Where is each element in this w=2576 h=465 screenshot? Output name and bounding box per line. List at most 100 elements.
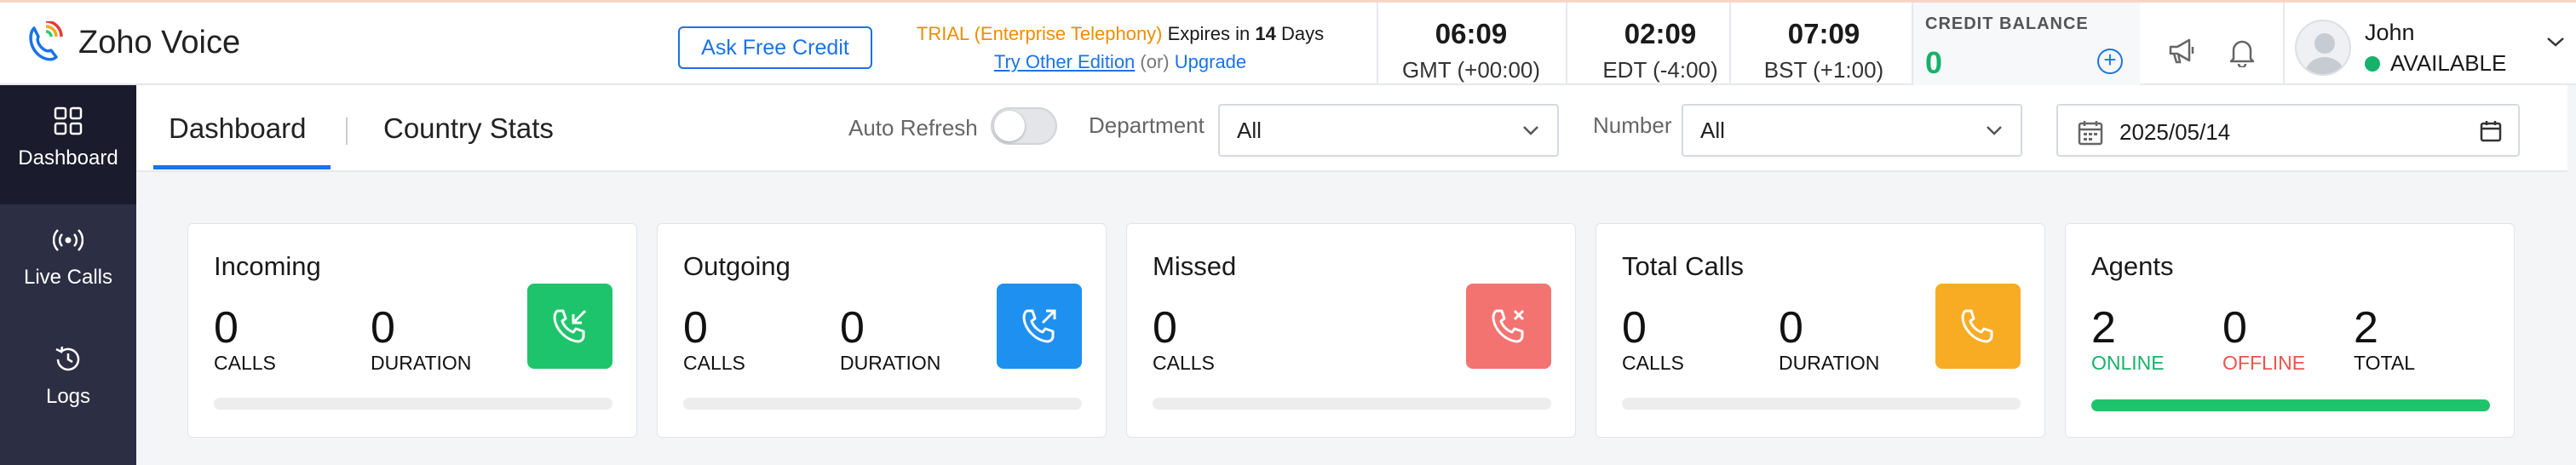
incoming-calls-value: 0 bbox=[214, 303, 239, 353]
total-calls-value: 0 bbox=[1622, 303, 1647, 353]
trial-expires-prefix: Expires in bbox=[1167, 23, 1251, 44]
phone-icon bbox=[1935, 284, 2021, 369]
top-bar: Zoho Voice Ask Free Credit TRIAL (Enterp… bbox=[0, 0, 2576, 86]
ask-free-credit-button[interactable]: Ask Free Credit bbox=[678, 26, 872, 69]
incoming-calls-label: CALLS bbox=[214, 352, 276, 374]
agents-online-label: ONLINE bbox=[2091, 352, 2165, 374]
status-dot-icon bbox=[2365, 55, 2380, 72]
calendar-icon[interactable] bbox=[2479, 119, 2503, 143]
clock-time: 06:09 bbox=[1435, 18, 1508, 49]
credit-balance-label: CREDIT BALANCE bbox=[1925, 14, 2089, 33]
trial-or: (or) bbox=[1140, 51, 1170, 72]
calendar-grid-icon bbox=[2078, 121, 2103, 146]
broadcast-icon bbox=[53, 229, 83, 251]
chevron-down-icon bbox=[1987, 126, 2002, 135]
department-select[interactable]: All bbox=[1218, 104, 1559, 157]
user-status[interactable]: AVAILABLE bbox=[2365, 50, 2506, 77]
number-label: Number bbox=[1593, 112, 1672, 138]
outgoing-duration-value: 0 bbox=[840, 303, 865, 353]
clock-edt: 02:09 EDT (-4:00) bbox=[1566, 3, 1753, 86]
active-tab-indicator bbox=[153, 165, 331, 169]
clock-time: 07:09 bbox=[1787, 18, 1860, 49]
outgoing-calls-value: 0 bbox=[683, 303, 708, 353]
card-title: Agents bbox=[2091, 251, 2174, 281]
upgrade-link[interactable]: Upgrade bbox=[1175, 51, 1246, 72]
incoming-call-icon bbox=[527, 284, 612, 369]
outgoing-call-icon bbox=[997, 284, 1082, 369]
card-title: Missed bbox=[1153, 251, 1237, 281]
sidebar-item-label: Live Calls bbox=[23, 266, 113, 289]
announcement-megaphone-icon[interactable] bbox=[2167, 37, 2198, 66]
outgoing-card: Outgoing 0 CALLS 0 DURATION bbox=[657, 223, 1107, 438]
total-calls-card: Total Calls 0 CALLS 0 DURATION bbox=[1596, 223, 2045, 438]
auto-refresh-toggle[interactable] bbox=[991, 107, 1057, 145]
agents-total-value: 2 bbox=[2354, 303, 2378, 353]
sidebar-item-logs[interactable]: Logs bbox=[0, 324, 136, 443]
outgoing-calls-label: CALLS bbox=[683, 352, 745, 374]
sidebar-item-dashboard[interactable]: Dashboard bbox=[0, 85, 136, 204]
card-title: Outgoing bbox=[683, 251, 791, 281]
user-menu[interactable]: John AVAILABLE bbox=[2283, 3, 2576, 86]
trial-days-suffix: Days bbox=[1280, 23, 1325, 44]
trial-plan: TRIAL (Enterprise Telephony) bbox=[916, 23, 1163, 44]
card-title: Incoming bbox=[214, 251, 321, 281]
notification-bell-icon[interactable] bbox=[2228, 37, 2256, 67]
total-duration-value: 0 bbox=[1779, 303, 1803, 353]
agents-online-value: 2 bbox=[2091, 303, 2116, 353]
date-value: 2025/05/14 bbox=[2119, 119, 2231, 145]
total-calls-progress-bar bbox=[1622, 398, 2021, 410]
sidebar-item-label: Logs bbox=[45, 385, 91, 408]
history-icon bbox=[55, 346, 80, 371]
clock-bst: 07:09 BST (+1:00) bbox=[1729, 3, 1917, 86]
grid-icon bbox=[54, 106, 83, 135]
agents-total-label: TOTAL bbox=[2354, 352, 2415, 374]
sidebar-item-label: Dashboard bbox=[18, 146, 118, 169]
missed-calls-value: 0 bbox=[1153, 303, 1177, 353]
missed-progress-bar bbox=[1153, 398, 1551, 410]
outgoing-duration-label: DURATION bbox=[840, 352, 941, 374]
trial-days: 14 bbox=[1255, 23, 1276, 44]
avatar bbox=[2295, 20, 2351, 76]
user-name: John bbox=[2365, 20, 2415, 45]
chevron-down-icon bbox=[1523, 126, 1538, 135]
clock-zone: EDT (-4:00) bbox=[1602, 57, 1718, 83]
incoming-progress-bar bbox=[214, 398, 612, 410]
incoming-duration-label: DURATION bbox=[371, 352, 472, 374]
progress-fill bbox=[2091, 399, 2490, 411]
missed-call-icon bbox=[1466, 284, 1551, 369]
try-other-edition-link[interactable]: Try Other Edition bbox=[994, 51, 1135, 72]
date-picker[interactable]: 2025/05/14 bbox=[2056, 104, 2520, 157]
agents-online-progress-bar bbox=[2091, 399, 2490, 411]
app-logo[interactable]: Zoho Voice bbox=[26, 21, 240, 64]
incoming-duration-value: 0 bbox=[371, 303, 395, 353]
clock-zone: BST (+1:00) bbox=[1763, 57, 1884, 83]
dashboard-toolbar: Dashboard Country Stats Auto Refresh Dep… bbox=[136, 85, 2567, 172]
incoming-card: Incoming 0 CALLS 0 DURATION bbox=[187, 223, 637, 438]
auto-refresh-label: Auto Refresh bbox=[848, 115, 978, 141]
zoho-voice-logo-icon bbox=[29, 21, 63, 61]
add-credit-icon[interactable]: + bbox=[2097, 49, 2123, 74]
sidebar-item-live-calls[interactable]: Live Calls bbox=[0, 204, 136, 324]
app-name: Zoho Voice bbox=[78, 24, 241, 60]
agents-card: Agents 2 ONLINE 0 OFFLINE 2 TOTAL bbox=[2065, 223, 2515, 438]
missed-card: Missed 0 CALLS bbox=[1126, 223, 1576, 438]
number-select[interactable]: All bbox=[1682, 104, 2022, 157]
total-calls-label: CALLS bbox=[1622, 352, 1684, 374]
agents-offline-label: OFFLINE bbox=[2222, 352, 2306, 374]
clock-gmt: 06:09 GMT (+00:00) bbox=[1377, 3, 1564, 86]
sidebar: Dashboard Live Calls Logs bbox=[0, 85, 136, 465]
total-duration-label: DURATION bbox=[1779, 352, 1880, 374]
chevron-down-icon[interactable] bbox=[2545, 35, 2566, 49]
tab-country-stats[interactable]: Country Stats bbox=[383, 112, 554, 145]
missed-calls-label: CALLS bbox=[1153, 352, 1215, 374]
credit-balance: CREDIT BALANCE 0 + bbox=[1912, 3, 2140, 86]
clock-zone: GMT (+00:00) bbox=[1401, 57, 1541, 83]
tab-dashboard[interactable]: Dashboard bbox=[169, 112, 306, 145]
credit-balance-amount: 0 bbox=[1925, 45, 1943, 80]
user-status-label: AVAILABLE bbox=[2390, 50, 2507, 76]
trial-info: TRIAL (Enterprise Telephony) Expires in … bbox=[886, 20, 1354, 76]
number-value: All bbox=[1700, 118, 1725, 143]
outgoing-progress-bar bbox=[683, 398, 1082, 410]
toggle-knob bbox=[994, 111, 1025, 141]
department-value: All bbox=[1237, 118, 1262, 143]
